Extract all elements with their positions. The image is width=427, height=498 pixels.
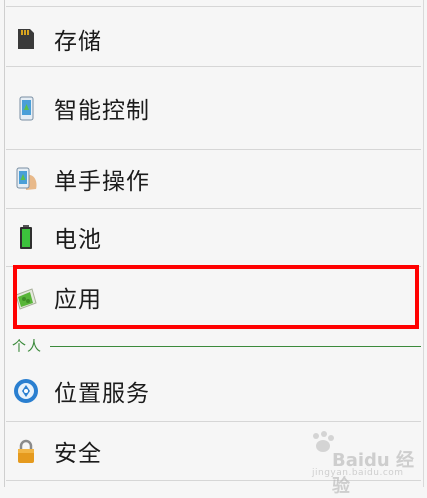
divider [6, 208, 421, 209]
settings-item-label: 单手操作 [54, 169, 150, 195]
settings-item-battery[interactable]: 电池 [6, 216, 421, 258]
watermark-url: jingyan.baidu.com [312, 468, 404, 478]
settings-item-storage[interactable]: 存储 [6, 18, 421, 60]
settings-item-smart-control[interactable]: 智能控制 [6, 86, 421, 130]
highlight-box [13, 265, 419, 329]
section-divider [50, 345, 421, 347]
settings-item-label: 智能控制 [54, 98, 150, 124]
divider [6, 421, 421, 422]
sd-card-icon [12, 25, 40, 53]
divider [6, 149, 421, 150]
section-header-personal: 个人 [12, 336, 421, 356]
section-title: 个人 [12, 339, 42, 355]
settings-item-label: 电池 [54, 227, 102, 253]
settings-item-label: 位置服务 [54, 381, 150, 407]
watermark: Baidu 经验 jingyan.baidu.com [308, 428, 420, 497]
battery-icon [12, 223, 40, 251]
settings-item-location[interactable]: 位置服务 [6, 370, 421, 412]
right-edge-rule [423, 0, 424, 487]
divider [6, 6, 421, 7]
settings-item-label: 安全 [54, 441, 102, 467]
lock-icon [12, 437, 40, 465]
one-hand-icon [12, 165, 40, 193]
settings-item-one-hand[interactable]: 单手操作 [6, 158, 421, 200]
divider [6, 66, 421, 67]
settings-item-label: 存储 [54, 29, 102, 55]
left-edge-rule [4, 0, 5, 487]
location-icon [12, 377, 40, 405]
smart-control-icon [12, 94, 40, 122]
